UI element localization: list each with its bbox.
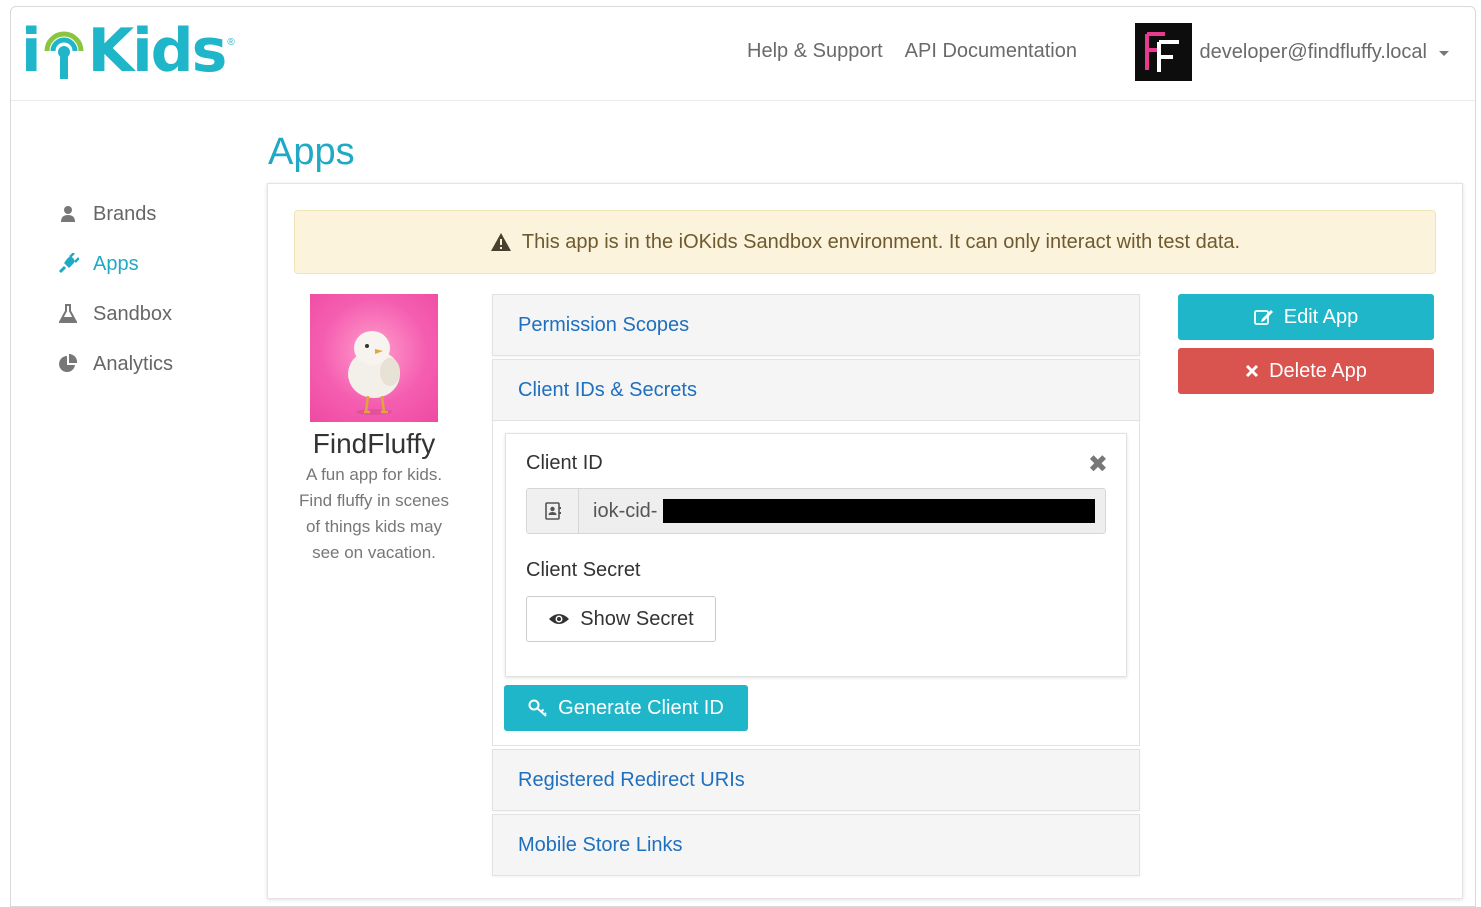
sidebar-nav: Brands Apps Sandbox Analytics (55, 189, 255, 389)
avatar (1134, 23, 1192, 81)
sidebar-item-label: Brands (93, 202, 157, 225)
findfluffy-logo-icon (1145, 32, 1180, 72)
client-id-value: iok-cid- (593, 499, 658, 522)
id-card-icon (527, 489, 579, 533)
app-name: FindFluffy (312, 428, 436, 459)
app-icon-image (310, 294, 438, 422)
pie-chart-icon (55, 353, 81, 375)
browser-frame: i Kids ® Help & Support API Documentatio… (10, 6, 1476, 907)
registered-mark: ® (227, 37, 235, 48)
sandbox-alert: This app is in the iOKids Sandbox enviro… (294, 210, 1436, 274)
user-menu-dropdown[interactable]: developer@findfluffy.local (1134, 23, 1449, 81)
chevron-down-icon (1439, 50, 1449, 56)
show-secret-button[interactable]: Show Secret (526, 596, 716, 642)
iokids-logo[interactable]: i Kids ® (21, 19, 235, 81)
client-credential-card: Client ID ✖ iok-cid- Client Secret Show … (505, 433, 1127, 677)
accordion-client-ids-secrets[interactable]: Client IDs & Secrets (492, 359, 1140, 421)
app-description: A fun app for kids. Find fluffy in scene… (299, 465, 449, 562)
eye-icon (548, 612, 570, 626)
user-email: developer@findfluffy.local (1199, 40, 1427, 63)
client-id-input[interactable]: iok-cid- (579, 489, 1105, 533)
redaction-bar (663, 499, 1095, 523)
accordion-mobile-store-links[interactable]: Mobile Store Links (492, 814, 1140, 876)
edit-app-label: Edit App (1283, 305, 1359, 328)
client-id-label: Client ID (526, 452, 603, 474)
sidebar-item-brands[interactable]: Brands (55, 189, 255, 239)
client-secret-label: Client Secret (526, 559, 641, 581)
close-icon (1245, 364, 1259, 378)
delete-app-button[interactable]: Delete App (1178, 348, 1434, 394)
key-icon (528, 699, 548, 717)
sidebar-item-label: Analytics (93, 352, 174, 375)
signal-icon (41, 21, 87, 81)
generate-client-id-label: Generate Client ID (558, 696, 724, 719)
logo-letter-i: i (21, 16, 42, 86)
app-settings-accordion: Permission Scopes Client IDs & Secrets C… (492, 294, 1140, 879)
sidebar-item-label: Sandbox (93, 302, 172, 325)
delete-app-label: Delete App (1269, 359, 1367, 382)
close-icon[interactable]: ✖ (1088, 450, 1108, 479)
user-icon (55, 203, 81, 225)
edit-icon (1253, 308, 1274, 326)
api-documentation-link[interactable]: API Documentation (905, 40, 1077, 63)
logo-wordmark: Kids (87, 16, 228, 86)
top-navbar: i Kids ® Help & Support API Documentatio… (11, 7, 1475, 101)
accordion-permission-scopes[interactable]: Permission Scopes (492, 294, 1140, 356)
accordion-registered-redirect-uris[interactable]: Registered Redirect URIs (492, 749, 1140, 811)
client-ids-secrets-body: Client ID ✖ iok-cid- Client Secret Show … (492, 421, 1140, 746)
alert-text: This app is in the iOKids Sandbox enviro… (521, 230, 1241, 253)
sidebar-item-apps[interactable]: Apps (55, 239, 255, 289)
help-support-link[interactable]: Help & Support (747, 40, 883, 63)
sidebar-item-sandbox[interactable]: Sandbox (55, 289, 255, 339)
header-links: Help & Support API Documentation (747, 40, 1077, 63)
app-summary-card: FindFluffy A fun app for kids. Find fluf… (294, 294, 454, 566)
page-title: Apps (268, 131, 355, 173)
client-id-field: iok-cid- (526, 488, 1106, 534)
edit-app-button[interactable]: Edit App (1178, 294, 1434, 340)
plug-icon (55, 253, 81, 275)
show-secret-label: Show Secret (580, 607, 694, 630)
generate-client-id-button[interactable]: Generate Client ID (504, 685, 748, 731)
app-detail-panel: This app is in the iOKids Sandbox enviro… (267, 183, 1463, 899)
flask-icon (55, 303, 81, 325)
warning-icon (490, 232, 512, 252)
chick-icon (348, 331, 400, 415)
sidebar-item-analytics[interactable]: Analytics (55, 339, 255, 389)
sidebar-item-label: Apps (93, 252, 139, 275)
